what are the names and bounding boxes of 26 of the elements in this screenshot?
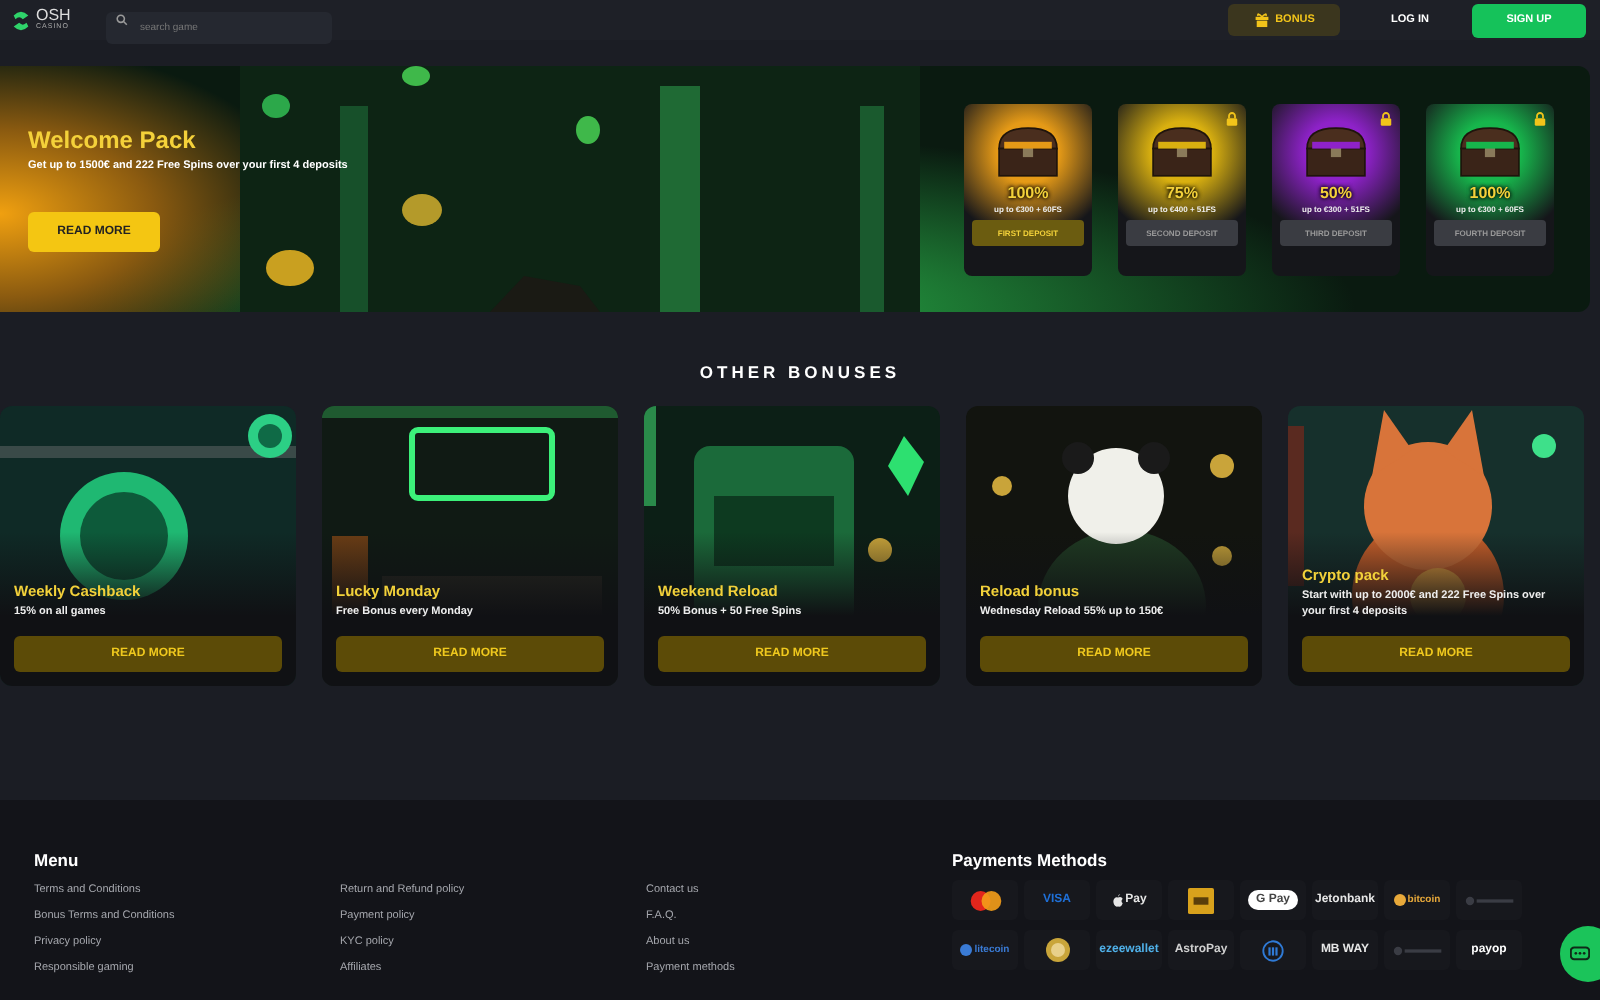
bonus-percent: 50% [1319, 185, 1352, 201]
bonus-percent: 100% [1469, 185, 1511, 201]
chest-icon [1456, 123, 1524, 179]
bonus-percent: 75% [1165, 185, 1198, 201]
apple-icon [1111, 893, 1124, 907]
gift-icon [1253, 12, 1270, 28]
footer-heading: Menu [34, 850, 81, 870]
voucher-icon [1188, 887, 1214, 913]
bank-icon [1262, 939, 1284, 961]
chest-icon [1302, 123, 1370, 179]
logo-icon [1391, 945, 1443, 955]
coin-icon [1393, 894, 1406, 906]
section-title: OTHER BONUSES [697, 362, 903, 382]
footer-heading: Payments Methods [952, 850, 1109, 870]
logo-icon [1463, 895, 1515, 905]
coin-icon [1045, 938, 1069, 962]
bonus-percent: 100% [1007, 185, 1049, 201]
logo-name: OSH [36, 8, 71, 25]
welcome-title: Welcome Pack [28, 126, 198, 154]
logo-icon [10, 9, 32, 31]
chest-icon [1148, 123, 1216, 179]
mastercard-icon [967, 889, 1003, 911]
coin-icon [960, 944, 973, 956]
chest-icon [994, 123, 1062, 179]
chat-button[interactable] [1560, 926, 1600, 982]
chat-icon [1570, 945, 1590, 963]
